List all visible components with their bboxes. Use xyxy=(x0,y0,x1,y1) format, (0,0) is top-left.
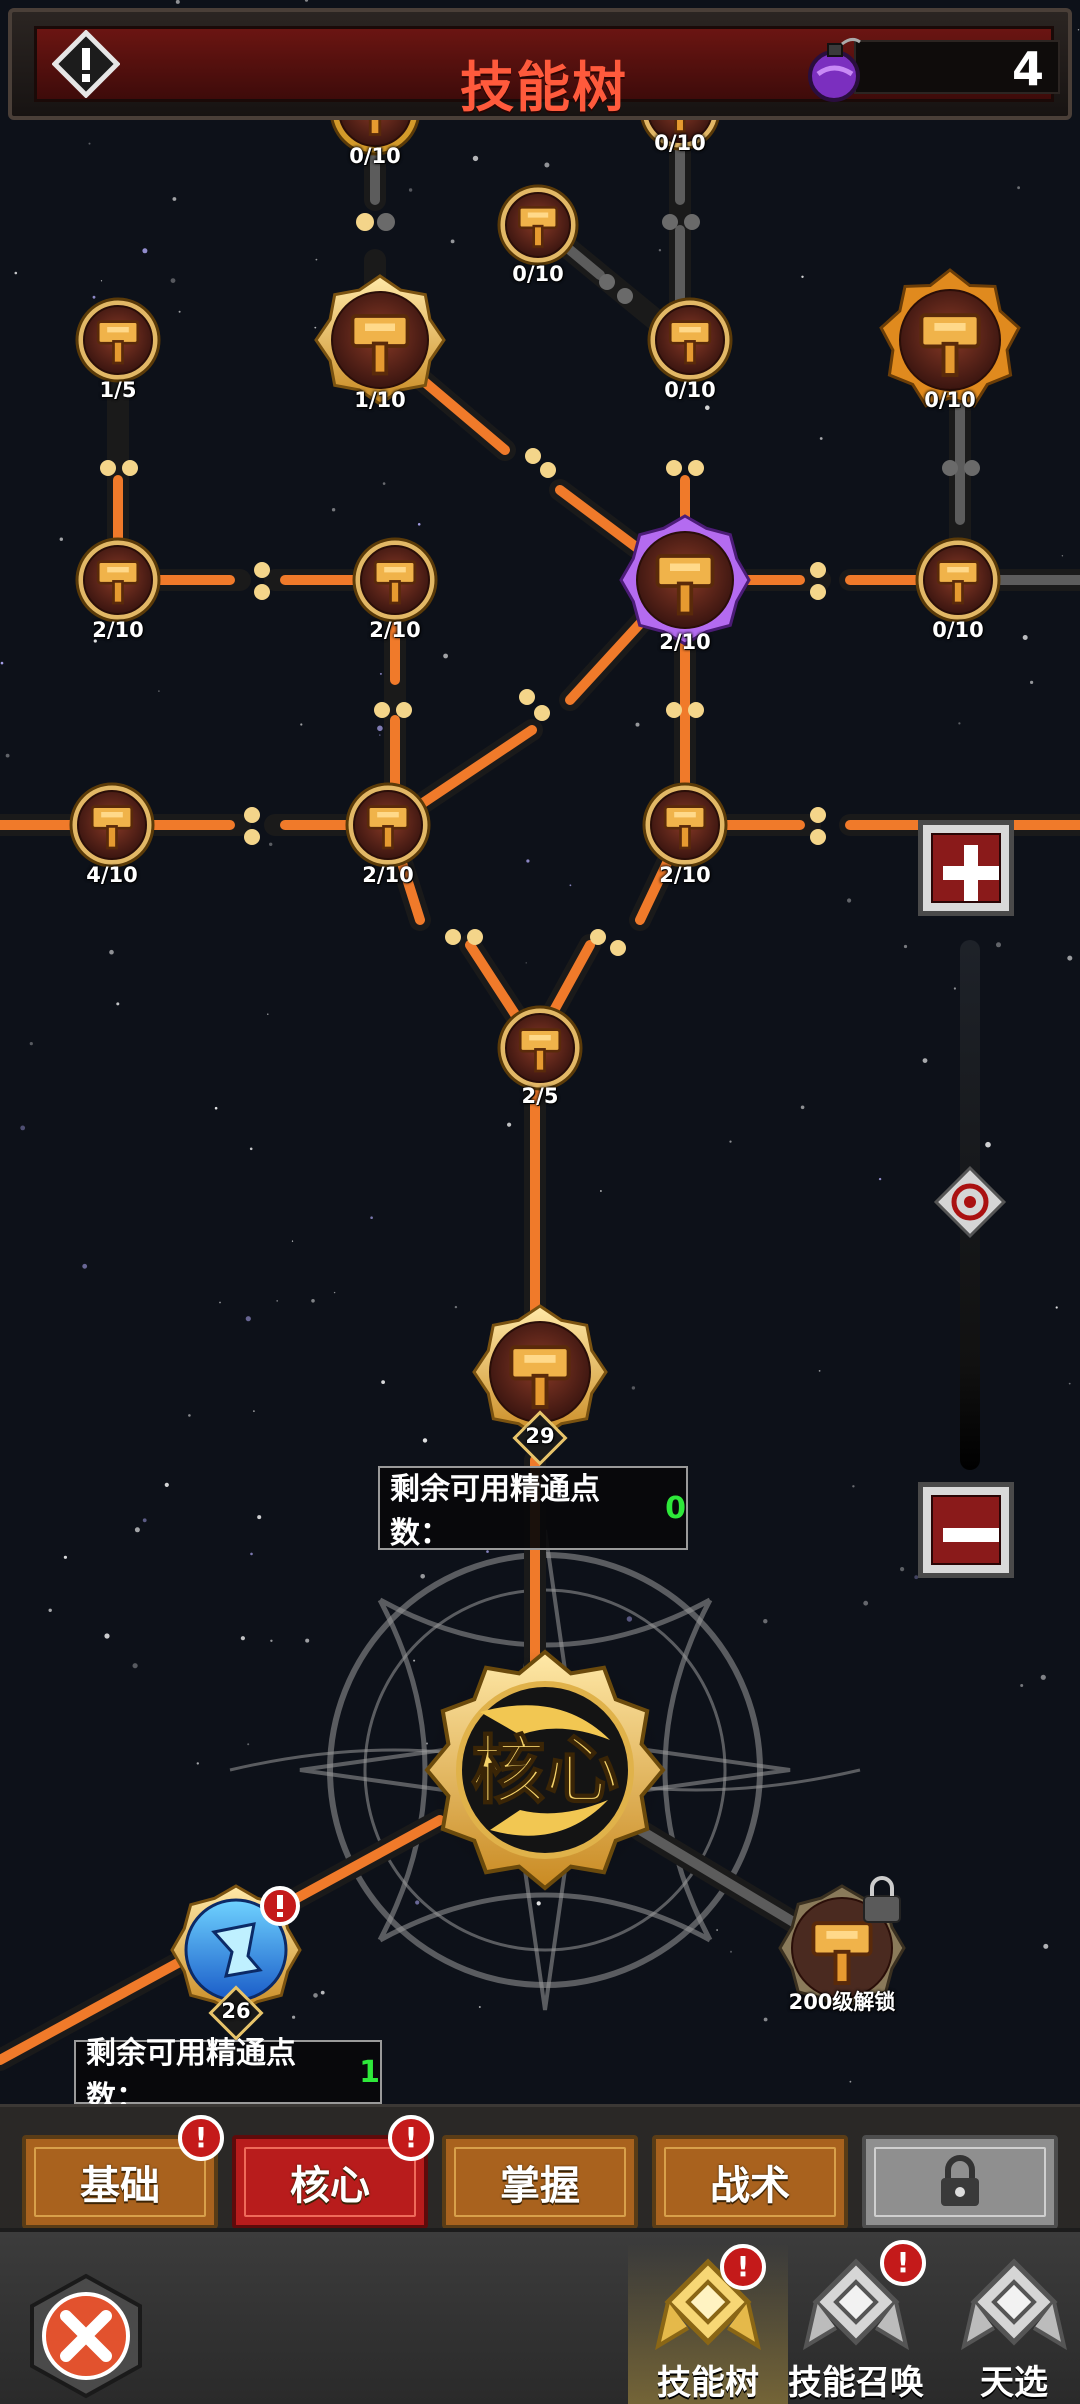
nav-skill-summon-badge: ! xyxy=(880,2240,926,2286)
skill-node[interactable] xyxy=(497,184,579,266)
currency-box: 4 xyxy=(854,40,1060,96)
skill-node-level: 0/10 xyxy=(512,262,564,286)
tab-basic-label: 基础 xyxy=(80,2163,160,2209)
top-bar: 技能树 4 xyxy=(8,8,1072,120)
bottom-navigation: 技能树 ! 技能召唤 ! 天选 xyxy=(0,2228,1080,2404)
skill-node[interactable] xyxy=(642,782,728,868)
minus-icon xyxy=(931,1495,1001,1565)
skill-node-level: 26 xyxy=(221,1999,251,2023)
potion-icon xyxy=(808,37,861,102)
skill-node-level: 0/10 xyxy=(664,378,716,402)
skill-node[interactable] xyxy=(647,297,733,383)
tab-mastery[interactable]: 掌握 xyxy=(442,2135,638,2229)
skill-node[interactable] xyxy=(75,297,161,383)
core-node[interactable]: 核心 xyxy=(424,1649,666,1891)
remaining-points-value: 0 xyxy=(665,1490,686,1526)
skill-node-level: 2/10 xyxy=(659,863,711,887)
skill-node[interactable] xyxy=(915,537,1001,623)
core-node-label: 核心 xyxy=(471,1728,619,1814)
remaining-points-panel: 剩余可用精通点数： 0 xyxy=(378,1466,688,1551)
skill-node[interactable] xyxy=(69,782,155,868)
tab-tactics[interactable]: 战术 xyxy=(652,2135,848,2229)
skill-node-level: 29 xyxy=(525,1424,555,1448)
skill-node-level: 2/10 xyxy=(659,630,711,654)
zoom-out-button[interactable] xyxy=(918,1482,1014,1578)
skill-node[interactable] xyxy=(879,268,1021,408)
plus-icon xyxy=(931,833,1001,903)
chosen-emblem-icon xyxy=(961,2258,1067,2351)
remaining-points-panel-secondary: 剩余可用精通点数： 1 xyxy=(74,2036,382,2115)
skill-tree-canvas[interactable]: 核心 xyxy=(0,0,1080,2120)
zoom-in-button[interactable] xyxy=(918,820,1014,916)
tab-basic-badge: ! xyxy=(178,2115,224,2161)
nav-chosen[interactable]: 天选 xyxy=(934,2244,1080,2404)
tab-tactics-label: 战术 xyxy=(710,2163,790,2209)
tab-core-badge: ! xyxy=(388,2115,434,2161)
skill-node[interactable] xyxy=(314,274,446,406)
lock-icon xyxy=(863,1876,901,1923)
alert-icon[interactable] xyxy=(52,30,120,98)
zoom-slider-handle[interactable] xyxy=(932,1164,1008,1240)
skill-node[interactable] xyxy=(75,537,161,623)
remaining-points-value-secondary: 1 xyxy=(359,2054,380,2090)
remaining-points-label-secondary: 剩余可用精通点数： xyxy=(86,2036,296,2115)
skill-node[interactable] xyxy=(497,1005,583,1091)
skill-node-level: 4/10 xyxy=(86,863,138,887)
tab-mastery-label: 掌握 xyxy=(500,2163,580,2209)
tab-core-label: 核心 xyxy=(290,2163,370,2209)
skill-node-level: 1/5 xyxy=(99,378,137,402)
skill-node-level: 2/5 xyxy=(521,1084,559,1108)
lock-icon xyxy=(941,2155,979,2206)
currency-counter: 4 xyxy=(804,34,1070,104)
remaining-points-label: 剩余可用精通点数： xyxy=(390,1472,600,1551)
skill-node[interactable] xyxy=(619,514,751,646)
skill-node-level: 0/10 xyxy=(349,144,401,168)
skill-node-level: 200级解锁 xyxy=(788,1990,896,2014)
nav-chosen-label: 天选 xyxy=(980,2363,1048,2403)
close-icon[interactable] xyxy=(22,2272,150,2400)
skill-node-level: 2/10 xyxy=(369,618,421,642)
skill-node-level: 0/10 xyxy=(924,388,976,412)
category-tabs: 基础 核心 掌握 战术 ! ! xyxy=(0,2104,1080,2231)
skill-node-level: 1/10 xyxy=(354,388,406,412)
skill-node-level: 2/10 xyxy=(92,618,144,642)
tab-locked[interactable] xyxy=(862,2135,1058,2229)
skill-node-level: 2/10 xyxy=(362,863,414,887)
currency-count: 4 xyxy=(1011,42,1044,96)
skill-node-level: 0/10 xyxy=(654,131,706,155)
skill-node[interactable] xyxy=(345,782,431,868)
node-alert-badge xyxy=(260,1886,300,1926)
skill-node[interactable] xyxy=(352,537,438,623)
skill-node-level: 0/10 xyxy=(932,618,984,642)
nav-skill-tree-badge: ! xyxy=(720,2244,766,2290)
